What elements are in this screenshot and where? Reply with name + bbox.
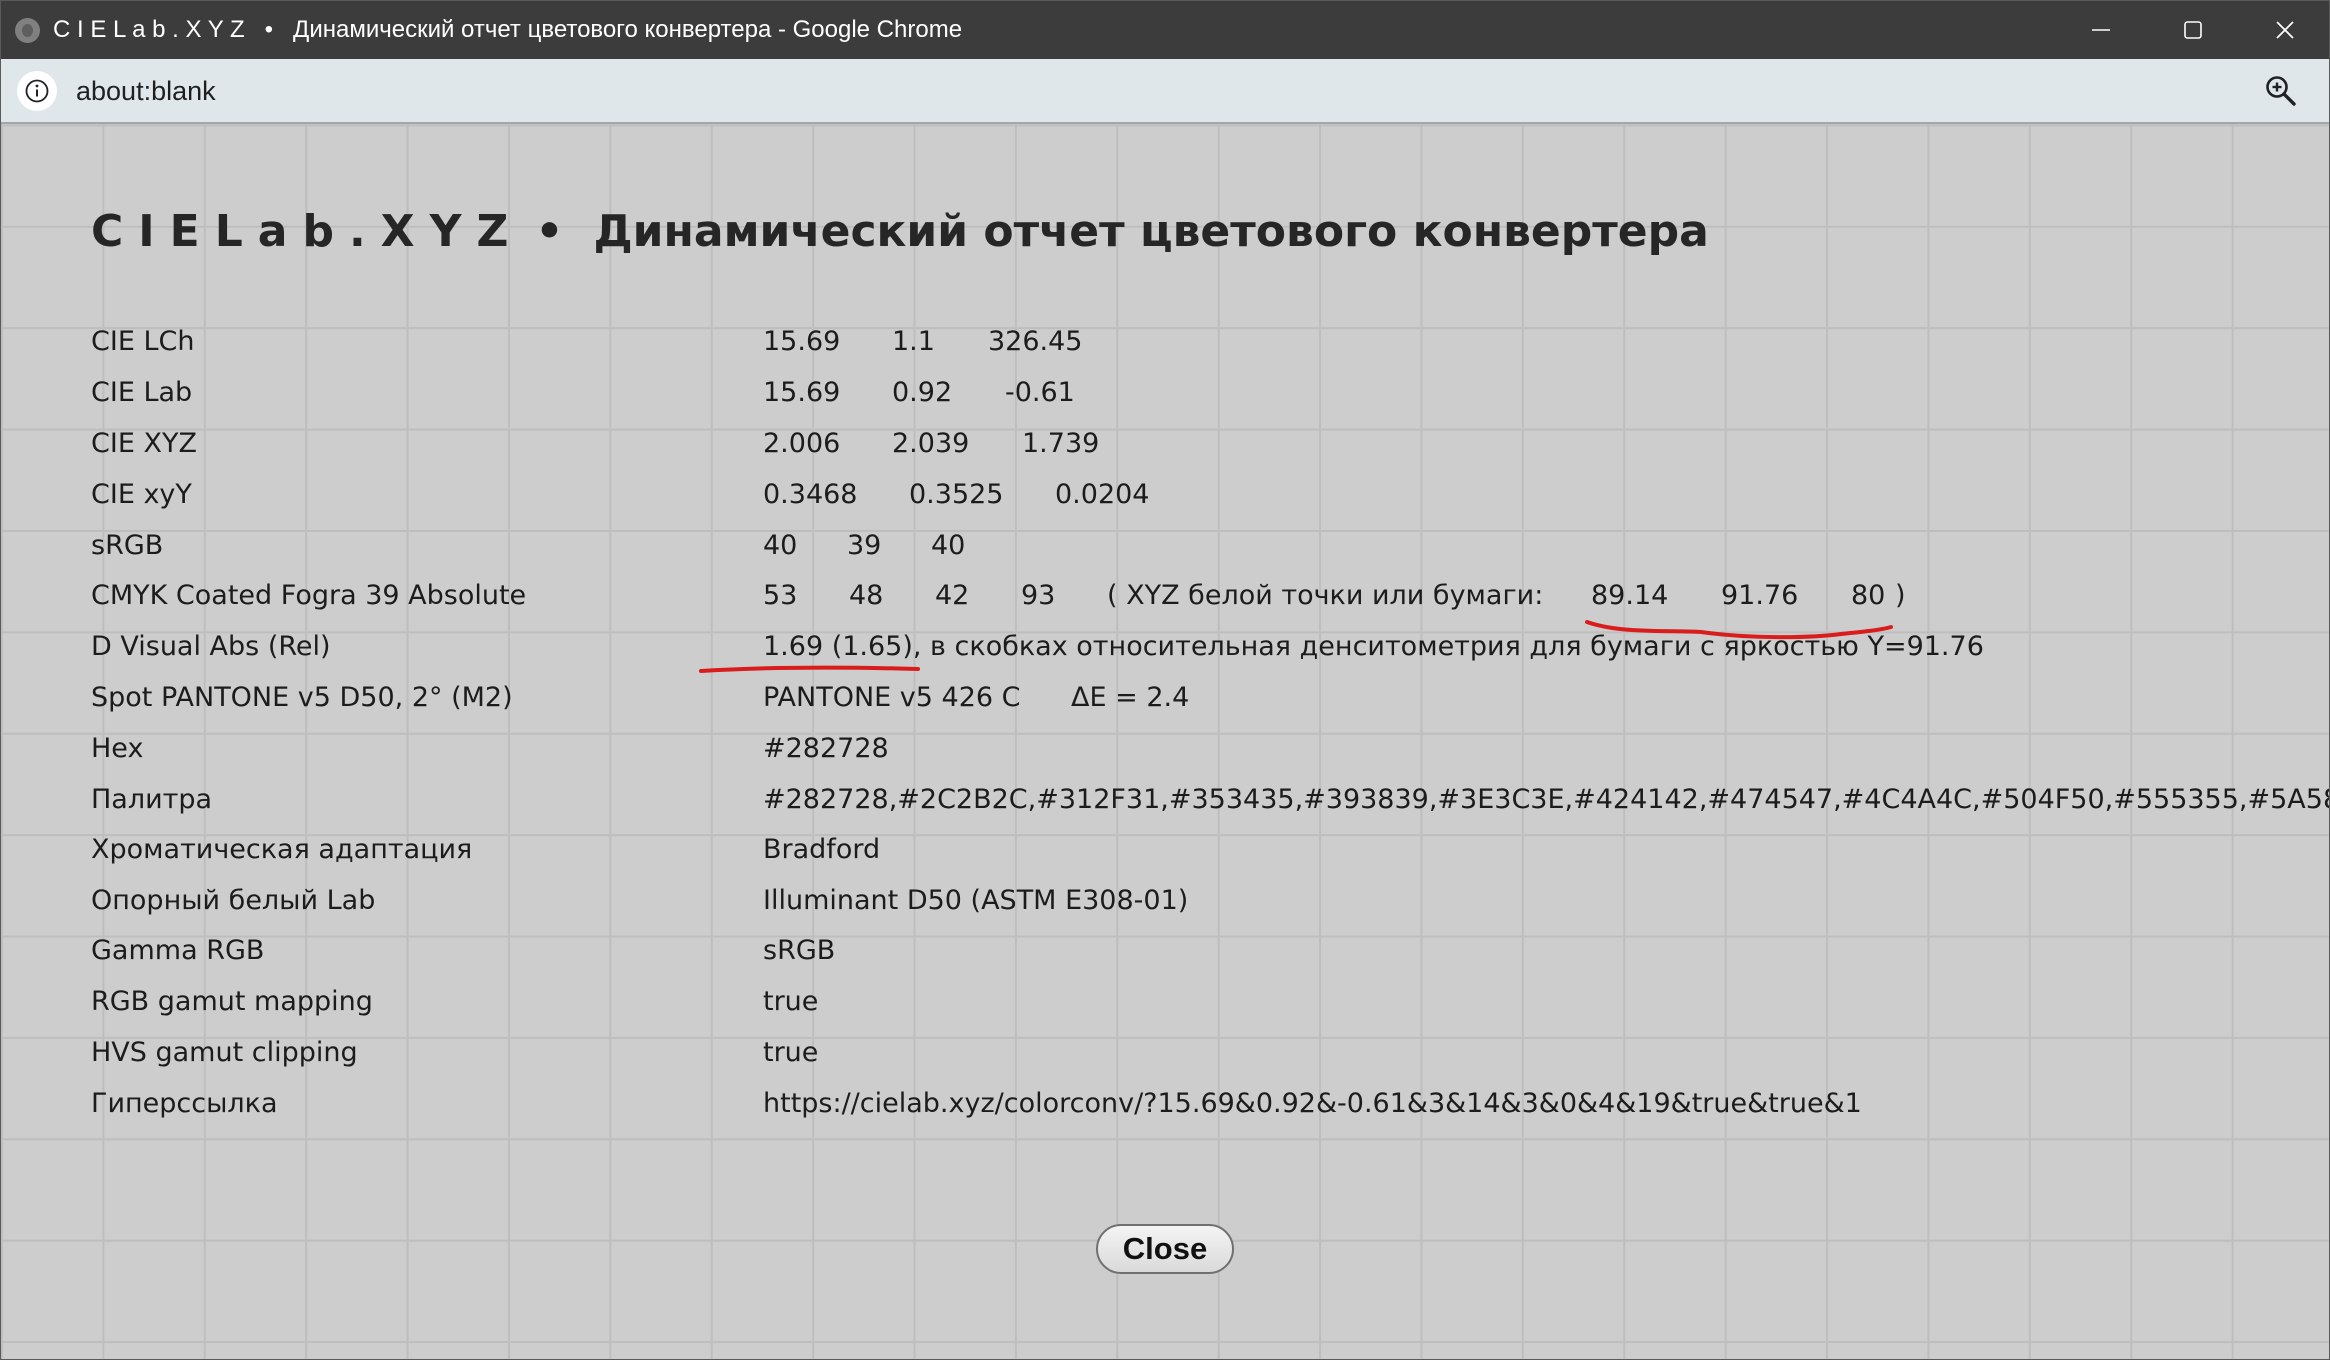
value-y: 2.039 [892,428,970,459]
maximize-icon [2184,21,2202,39]
value-l: 15.69 [763,377,841,408]
value-x: 2.006 [763,428,841,459]
paper-z: 80 [1851,580,1886,611]
title-bar: C I E L a b . X Y Z • Динамический отчет… [1,1,2329,59]
density-value: 1.69 (1.65) [763,631,913,662]
row-label: sRGB [91,530,164,561]
row-label: Хроматическая адаптация [91,834,473,865]
row-label: HVS gamut clipping [91,1037,358,1068]
row-label: D Visual Abs (Rel) [91,631,331,662]
row-value: #282728,#2C2B2C,#312F31,#353435,#393839,… [763,784,2330,815]
page-title: CIELab.XYZ • Динамический отчет цветового … [91,204,1709,260]
paper-x: 89.14 [1591,580,1669,611]
close-window-button[interactable] [2239,1,2329,59]
value-y: 42 [935,580,970,611]
row-value: 1.69 (1.65), в скобках относительная ден… [763,627,1984,667]
title-bullet: • [535,206,564,257]
density-note: , в скобках относительная денситометрия … [912,631,1984,662]
row-value: 15.69 1.1 326.45 [763,322,1082,362]
row-label: CIE LCh [91,326,195,357]
row-cmyk: CMYK Coated Fogra 39 Absolute 53 48 42 93 ( … [1,576,2329,616]
row-label: Hex [91,733,144,764]
report-page: CIELab.XYZ • Динамический отчет цветового … [1,124,2329,1359]
row-value: true [763,986,819,1017]
row-value: #282728 [763,733,889,764]
row-value: 0.3468 0.3525 0.0204 [763,475,1149,515]
row-label: Spot PANTONE v5 D50, 2° (M2) [91,682,513,713]
browser-window: C I E L a b . X Y Z • Динамический отчет… [0,0,2330,1360]
value-r: 40 [763,530,798,561]
paper-xyz-close: ) [1895,580,1906,611]
value-b: -0.61 [1005,377,1075,408]
brand-name: CIELab.XYZ [91,206,524,257]
value-c: 1.1 [892,326,935,357]
minimize-icon [2092,29,2110,31]
close-icon [2276,21,2294,39]
close-button[interactable]: Close [1096,1224,1234,1274]
window-title: C I E L a b . X Y Z • Динамический отчет… [53,16,963,43]
report-title: Динамический отчет цветового конвертера [593,206,1709,257]
row-srgb: sRGB 40 39 40 [1,526,2329,566]
row-label: CIE Lab [91,377,193,408]
paper-y: 91.76 [1721,580,1799,611]
globe-icon [15,18,40,43]
row-value: PANTONE v5 426 C ΔE = 2.4 [763,678,1189,718]
row-chromatic-adaptation: Хроматическая адаптация Bradford [1,830,2329,870]
info-icon [25,79,49,103]
value-z: 1.739 [1022,428,1100,459]
row-value: 2.006 2.039 1.739 [763,424,1099,464]
hyperlink-value[interactable]: https://cielab.xyz/colorconv/?15.69&0.92… [763,1084,1862,1124]
paper-xyz-label: ( XYZ белой точки или бумаги: [1107,580,1544,611]
row-label: Gamma RGB [91,935,265,966]
row-label: CMYK Coated Fogra 39 Absolute [91,580,527,611]
row-value: 53 48 42 93 ( XYZ белой точки или бумаги: 89.… [763,576,1906,616]
row-density: D Visual Abs (Rel) 1.69 (1.65), в скобка… [1,627,2329,667]
row-value: Bradford [763,834,881,865]
spot-name: PANTONE v5 426 C [763,682,1021,713]
row-hyperlink: Гиперссылка https://cielab.xyz/colorconv… [1,1084,2329,1124]
maximize-button[interactable] [2147,1,2239,59]
row-value: Illuminant D50 (ASTM E308-01) [763,885,1189,916]
zoom-icon[interactable] [2263,73,2299,109]
value-b: 40 [931,530,966,561]
value-l: 15.69 [763,326,841,357]
row-label: CIE XYZ [91,428,197,459]
row-cie-lab: CIE Lab 15.69 0.92 -0.61 [1,373,2329,413]
address-bar: about:blank [1,59,2329,124]
row-label: Гиперссылка [91,1088,278,1119]
row-label: CIE xyY [91,479,192,510]
row-value: true [763,1037,819,1068]
value-k: 93 [1021,580,1056,611]
url-path: blank [151,76,216,106]
value-g: 39 [847,530,882,561]
row-value: 40 39 40 [763,526,965,566]
site-info-button[interactable] [17,71,57,111]
minimize-button[interactable] [2055,1,2147,59]
value-c: 53 [763,580,798,611]
row-value: sRGB [763,935,836,966]
row-label: Опорный белый Lab [91,885,376,916]
row-palette: Палитра #282728,#2C2B2C,#312F31,#353435,… [1,780,2329,820]
value-y: 0.3525 [909,479,1004,510]
delta-e: ΔE = 2.4 [1071,682,1190,713]
value-x: 0.3468 [763,479,858,510]
value-Y: 0.0204 [1055,479,1150,510]
row-cie-xyz: CIE XYZ 2.006 2.039 1.739 [1,424,2329,464]
value-h: 326.45 [988,326,1083,357]
row-cie-lch: CIE LCh 15.69 1.1 326.45 [1,322,2329,362]
value-m: 48 [849,580,884,611]
row-value: 15.69 0.92 -0.61 [763,373,1075,413]
row-hex: Hex #282728 [1,729,2329,769]
row-cie-xyy: CIE xyY 0.3468 0.3525 0.0204 [1,475,2329,515]
url-field[interactable]: about:blank [76,74,216,108]
row-hvs-gamut-clipping: HVS gamut clipping true [1,1033,2329,1073]
row-spot-pantone: Spot PANTONE v5 D50, 2° (M2) PANTONE v5 … [1,678,2329,718]
url-scheme: about: [76,76,152,106]
value-a: 0.92 [892,377,953,408]
row-label: Палитра [91,784,213,815]
row-label: RGB gamut mapping [91,986,373,1017]
row-rgb-gamut-mapping: RGB gamut mapping true [1,982,2329,1022]
row-gamma-rgb: Gamma RGB sRGB [1,931,2329,971]
row-reference-white: Опорный белый Lab Illuminant D50 (ASTM E… [1,881,2329,921]
